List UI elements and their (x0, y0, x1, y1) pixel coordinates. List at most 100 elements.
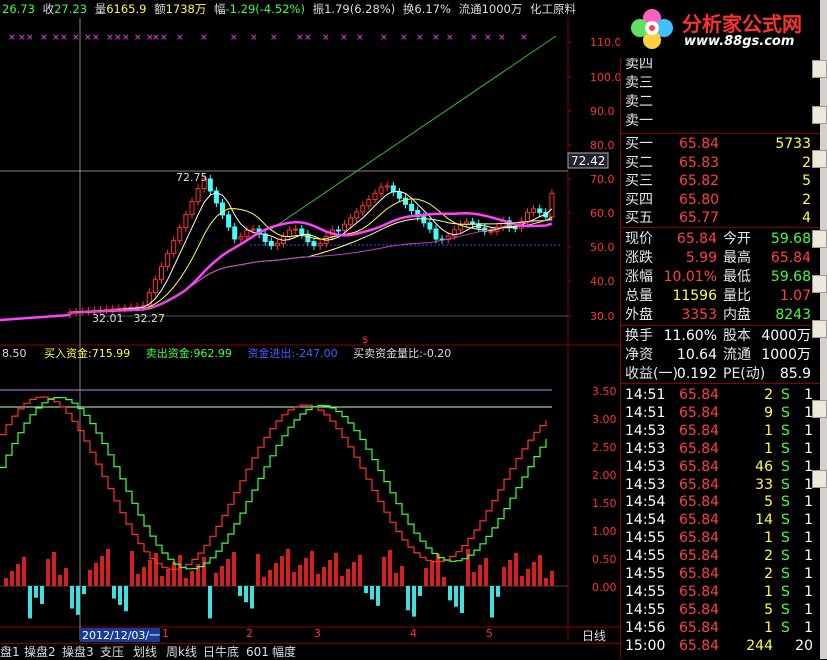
tick-volume: 1 (764, 619, 773, 636)
tab-huaxian[interactable]: 划线 (133, 645, 157, 660)
side-button-3[interactable] (812, 150, 827, 168)
tick-price: 65.84 (679, 494, 720, 511)
candle-body (470, 221, 476, 225)
stat-label: 净资 (625, 347, 653, 363)
side-button-4[interactable] (812, 230, 827, 248)
tick-side: S (781, 548, 790, 565)
stat-label: 最高 (723, 250, 751, 266)
tick-time: 14:54 (625, 512, 666, 529)
outflow-bar (112, 586, 116, 599)
tick-side: S (781, 440, 790, 457)
inflow-bar (88, 570, 92, 586)
candle-body (274, 242, 280, 247)
ma-line-5 (69, 190, 553, 314)
stat-value: 59.68 (770, 269, 811, 285)
tick-time: 14:53 (625, 476, 666, 493)
candle-body (342, 223, 347, 231)
stat-label: PE(动) (723, 366, 766, 382)
inflow-bar (202, 557, 206, 586)
tab-weekly-kline[interactable]: 周k线 (166, 645, 197, 660)
inflow-bar (346, 569, 350, 586)
tab-caopan2[interactable]: 操盘2 (24, 645, 56, 660)
month-tick-5: 5 (486, 627, 493, 640)
price-tick: 110.0 (590, 36, 620, 49)
candle-body (177, 227, 183, 242)
tick-volume: 1 (764, 583, 773, 600)
event-marker: × (296, 33, 304, 43)
tick-volume: 1 (764, 422, 773, 439)
side-button-8[interactable] (812, 470, 827, 488)
outflow-bar (34, 586, 38, 598)
candle-body (159, 266, 164, 281)
candle-body (171, 240, 177, 255)
stat-value: 10.01% (663, 269, 717, 285)
stat-label: 现价 (625, 231, 653, 247)
tab-601[interactable]: 601 (246, 645, 269, 660)
tab-riniudi[interactable]: 日牛底 (203, 645, 239, 660)
inflow-bar (514, 553, 518, 586)
inflow-bar (550, 571, 554, 586)
inflow-bar (502, 567, 506, 586)
outflow-bar (496, 586, 500, 597)
indicator-lines (0, 396, 547, 570)
event-marker: × (106, 33, 114, 43)
tick-time: 14:55 (625, 548, 666, 565)
tab-zhiya[interactable]: 支压 (100, 645, 124, 660)
candle-body (207, 178, 213, 192)
candle-body (348, 217, 354, 225)
inflow-bar (226, 559, 230, 586)
side-button-7[interactable] (812, 400, 827, 418)
month-tick-1: 1 (162, 627, 169, 640)
stat-label: 收益(一) (625, 366, 678, 382)
inflow-bar (58, 575, 62, 586)
indicator-tick: 2.00 (592, 469, 617, 482)
candle-body (189, 201, 195, 216)
tab-caopan3[interactable]: 操盘3 (62, 645, 94, 660)
side-button-1[interactable] (812, 60, 827, 78)
candle-body (183, 214, 189, 229)
tick-side: S (781, 387, 790, 403)
outflow-bar (40, 586, 44, 604)
tick-side: S (781, 583, 790, 600)
tick-count: 1 (804, 422, 813, 439)
event-marker: × (322, 33, 330, 43)
tick-volume: 5 (764, 494, 773, 511)
tab-fudu[interactable]: 幅度 (272, 645, 296, 660)
tick-volume: 33 (755, 476, 773, 493)
inflow-bar (160, 576, 164, 586)
candle-body (238, 236, 244, 240)
indicator-tick: 0.00 (592, 581, 617, 594)
tab-pan1[interactable]: 盘1 (0, 645, 20, 660)
tick-side: S (781, 494, 790, 511)
event-marker: × (84, 33, 92, 43)
stat-value: 11.60% (663, 328, 717, 344)
tick-time: 14:53 (625, 458, 666, 475)
tick-time: 14:55 (625, 601, 666, 618)
bid-price: 65.84 (679, 136, 720, 152)
ma-tail (0, 313, 71, 322)
inflow-bar (130, 551, 134, 586)
tick-count: 1 (804, 440, 813, 457)
tick-price: 65.84 (679, 601, 720, 618)
tick-side: S (781, 530, 790, 547)
inflow-bar (532, 562, 536, 586)
inflow-bar (262, 577, 266, 586)
side-button-2[interactable] (812, 106, 827, 124)
stat-value: 1000万 (761, 347, 811, 363)
buy-flow-line (0, 396, 547, 570)
inflow-bar (382, 557, 386, 586)
side-button-6[interactable] (812, 320, 827, 338)
tick-volume: 2 (764, 566, 773, 582)
bid-volume: 2 (802, 154, 811, 171)
outflow-bar (250, 586, 254, 609)
price-tick: 80.0 (590, 139, 615, 152)
inflow-bar (298, 565, 302, 586)
tick-time: 14:53 (625, 440, 666, 457)
inflow-bar (52, 552, 56, 586)
indicator-tick: 2.50 (592, 441, 617, 454)
outflow-bar (124, 586, 128, 612)
event-marker: × (114, 33, 122, 43)
event-marker: × (200, 33, 208, 43)
kline-chart[interactable]: 26.73 收27.23 量6165.9 额1738万 幅-1.29(-4.52… (0, 0, 620, 659)
side-button-5[interactable] (812, 275, 827, 293)
